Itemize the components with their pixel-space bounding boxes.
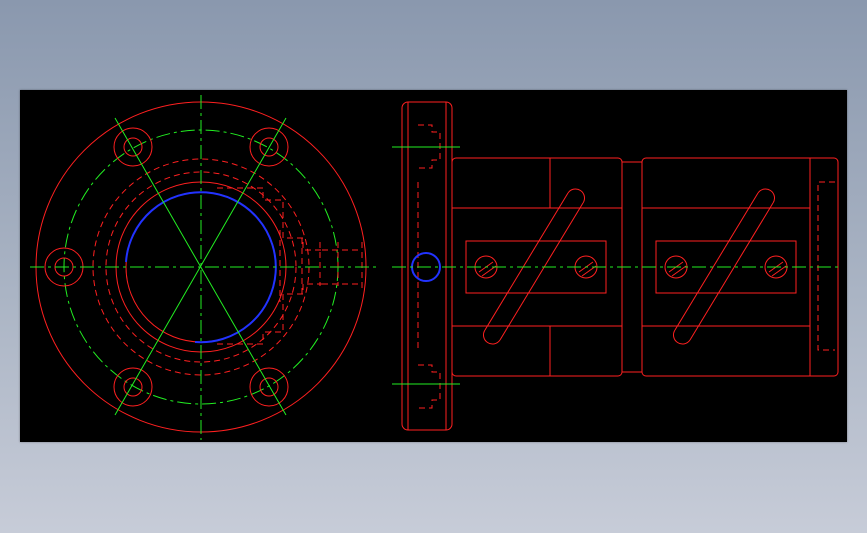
- front-centerlines: [30, 95, 380, 440]
- keyway-hidden-detail: [217, 187, 363, 345]
- cad-drawing-canvas[interactable]: [20, 90, 847, 442]
- front-view-flange: [30, 95, 380, 440]
- cad-drawing-svg: [30, 95, 842, 440]
- flange-plate: [401, 101, 453, 431]
- side-view-coupling: [392, 101, 842, 431]
